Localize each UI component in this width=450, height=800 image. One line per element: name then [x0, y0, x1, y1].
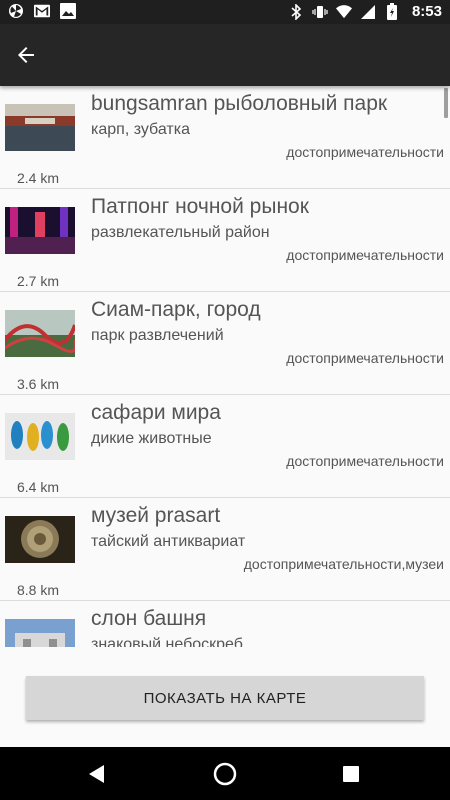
arrow-left-icon [18, 47, 34, 63]
place-subtitle: знаковый небоскреб [91, 636, 243, 647]
place-category: достопримечательности [286, 350, 444, 366]
place-subtitle: дикие животные [91, 430, 212, 447]
place-category: достопримечательности [286, 144, 444, 160]
back-triangle-icon [89, 765, 104, 783]
place-category: достопримечательности,музеи [243, 556, 444, 572]
app-bar [0, 24, 450, 86]
place-distance: 2.7 km [17, 273, 60, 289]
show-on-map-button[interactable]: ПОКАЗАТЬ НА КАРТЕ [26, 676, 424, 720]
place-subtitle: развлекательный район [91, 224, 270, 241]
place-thumbnail-amusement-park [5, 310, 75, 357]
place-distance: 2.4 km [17, 170, 60, 186]
system-nav-bar [0, 747, 450, 800]
place-thumbnail-fishing-park [5, 104, 75, 151]
place-title: bungsamran рыболовный парк [91, 92, 388, 115]
gmail-icon [34, 3, 50, 19]
status-time: 8:53 [411, 3, 442, 20]
vibrate-icon [312, 4, 328, 20]
list-item[interactable]: Сиам-парк, город парк развлечений достоп… [0, 292, 450, 395]
place-thumbnail-elephant-tower [5, 619, 75, 647]
places-list[interactable]: bungsamran рыболовный парк карп, зубатка… [0, 86, 450, 647]
list-item[interactable]: bungsamran рыболовный парк карп, зубатка… [0, 86, 450, 189]
bottom-bar: ПОКАЗАТЬ НА КАРТЕ [0, 647, 450, 747]
place-thumbnail-safari-parrots [5, 413, 75, 460]
wifi-icon [335, 4, 352, 20]
place-distance: 6.4 km [17, 479, 60, 495]
place-subtitle: парк развлечений [91, 327, 224, 344]
place-category: достопримечательности [286, 453, 444, 469]
list-item[interactable]: сафари мира дикие животные достопримечат… [0, 395, 450, 498]
image-icon [60, 3, 76, 19]
pinwheel-icon [8, 3, 24, 19]
place-title: Сиам-парк, город [91, 298, 261, 321]
nav-recents-button[interactable] [338, 761, 364, 787]
place-category: достопримечательности [286, 247, 444, 263]
list-item[interactable]: Патпонг ночной рынок развлекательный рай… [0, 189, 450, 292]
place-subtitle: тайский антиквариат [91, 533, 246, 550]
place-thumbnail-night-market [5, 207, 75, 254]
bluetooth-icon [288, 3, 304, 20]
place-title: музей prasart [91, 504, 221, 527]
signal-icon [360, 4, 376, 20]
back-button[interactable] [14, 43, 38, 67]
place-title: Патпонг ночной рынок [91, 195, 309, 218]
recents-square-icon [343, 766, 359, 782]
place-thumbnail-museum [5, 516, 75, 563]
list-item[interactable]: музей prasart тайский антиквариат достоп… [0, 498, 450, 601]
place-title: слон башня [91, 607, 207, 630]
list-item[interactable]: слон башня знаковый небоскреб [0, 601, 450, 647]
place-title: сафари мира [91, 401, 221, 424]
nav-back-button[interactable] [84, 761, 110, 787]
place-distance: 8.8 km [17, 582, 60, 598]
status-bar: 8:53 [0, 0, 450, 24]
place-subtitle: карп, зубатка [91, 121, 190, 138]
nav-home-button[interactable] [212, 761, 238, 787]
place-distance: 3.6 km [17, 376, 60, 392]
battery-icon [384, 3, 400, 20]
home-circle-icon [213, 762, 237, 786]
